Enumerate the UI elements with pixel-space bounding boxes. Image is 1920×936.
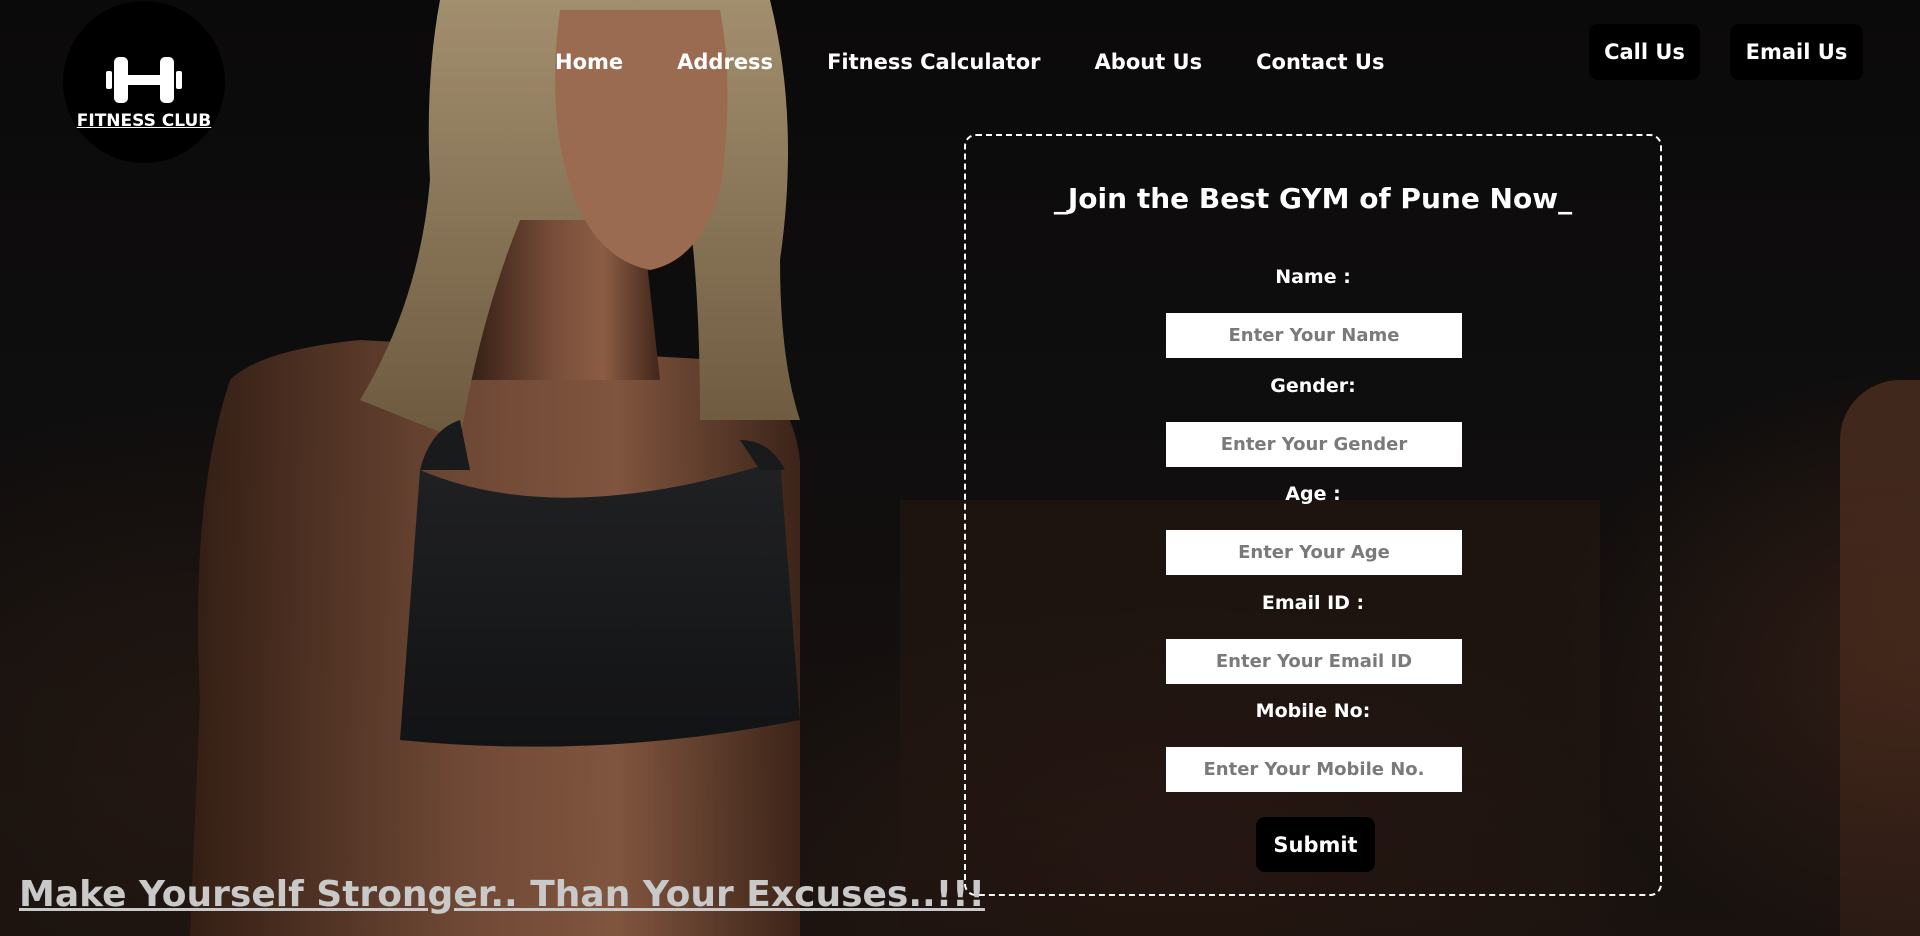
email-us-button[interactable]: Email Us — [1730, 24, 1863, 80]
mobile-input[interactable] — [1166, 747, 1462, 792]
main-nav: Home Address Fitness Calculator About Us… — [555, 50, 1384, 74]
call-us-button[interactable]: Call Us — [1589, 24, 1700, 80]
hero-tagline: Make Yourself Stronger.. Than Your Excus… — [19, 874, 985, 915]
gender-input[interactable] — [1166, 422, 1462, 467]
email-label: Email ID : — [1261, 592, 1365, 614]
nav-address[interactable]: Address — [677, 50, 773, 74]
nav-fitness-calculator[interactable]: Fitness Calculator — [827, 50, 1040, 74]
email-input[interactable] — [1166, 639, 1462, 684]
name-input[interactable] — [1166, 313, 1462, 358]
join-form: _Join the Best GYM of Pune Now_ Name : G… — [964, 134, 1662, 896]
mobile-label: Mobile No: — [1255, 700, 1371, 722]
nav-contact-us[interactable]: Contact Us — [1256, 50, 1384, 74]
name-label: Name : — [1275, 266, 1351, 288]
logo-text[interactable]: FITNESS CLUB — [77, 111, 211, 131]
site-logo[interactable]: FITNESS CLUB — [63, 1, 225, 163]
nav-home[interactable]: Home — [555, 50, 623, 74]
dumbbell-icon — [106, 57, 182, 103]
form-title: _Join the Best GYM of Pune Now_ — [1053, 182, 1573, 215]
submit-button[interactable]: Submit — [1256, 817, 1375, 872]
age-label: Age : — [1285, 483, 1341, 505]
age-input[interactable] — [1166, 530, 1462, 575]
gender-label: Gender: — [1270, 375, 1356, 397]
nav-about-us[interactable]: About Us — [1095, 50, 1203, 74]
